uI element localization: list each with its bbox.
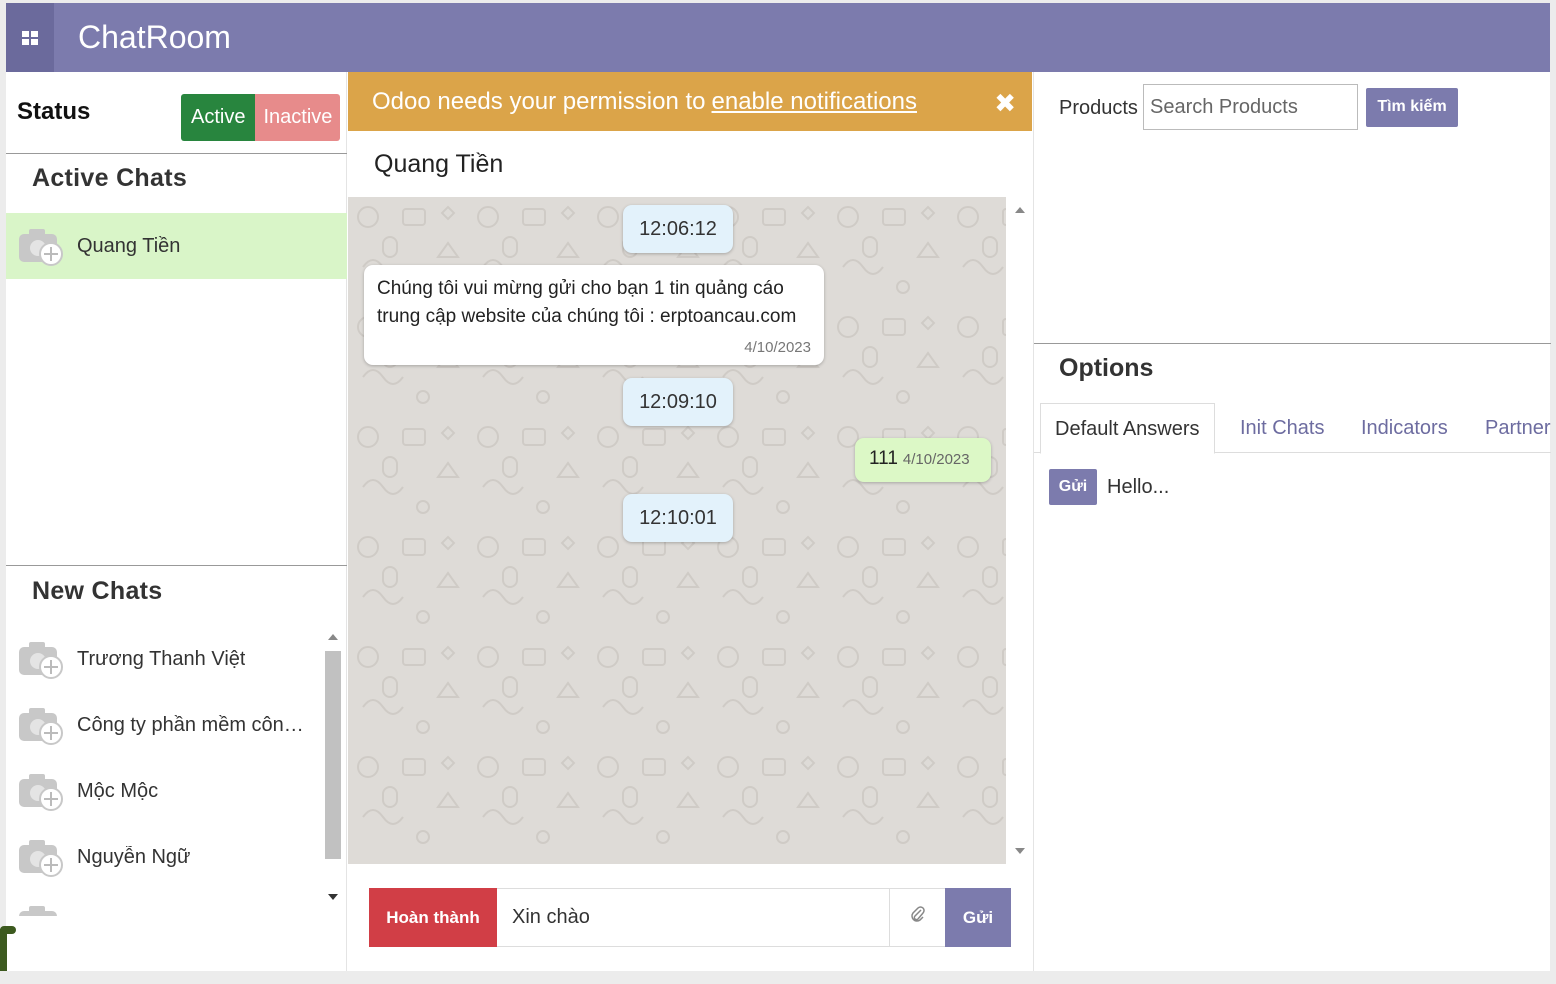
default-answer-text: Hello... — [1107, 475, 1170, 498]
notification-message: Odoo needs your permission to — [372, 88, 706, 115]
message-composer: Hoàn thành Gửi — [369, 888, 1011, 947]
notification-text: Odoo needs your permission to enable noti… — [372, 88, 917, 116]
new-chats-title: New Chats — [32, 577, 163, 605]
status-active-button[interactable]: Active — [181, 94, 256, 141]
active-chats-title: Active Chats — [32, 164, 188, 192]
notification-banner: Odoo needs your permission to enable noti… — [348, 72, 1032, 131]
status-inactive-button[interactable]: Inactive — [255, 94, 341, 141]
product-search-button[interactable]: Tìm kiếm — [1366, 88, 1458, 127]
camera-plus-icon — [17, 224, 65, 268]
divider — [6, 565, 347, 566]
scrollbar-thumb[interactable] — [325, 651, 341, 859]
tab-default-answers[interactable]: Default Answers — [1040, 403, 1215, 454]
scroll-down-arrow-icon[interactable] — [1015, 848, 1025, 854]
camera-plus-icon — [17, 769, 65, 813]
chat-list-panel: Status Active Inactive Active Chats Quan… — [6, 72, 347, 971]
app-title: ChatRoom — [78, 19, 231, 55]
message-date: 4/10/2023 — [744, 339, 811, 356]
chat-contact-name: Mộc Mộc — [77, 779, 159, 802]
top-bar: ChatRoom — [6, 3, 1550, 72]
enable-notifications-link[interactable]: enable notifications — [712, 88, 917, 115]
status-label: Status — [17, 98, 91, 125]
incoming-message: Chúng tôi vui mừng gửi cho bạn 1 tin quả… — [364, 265, 824, 365]
new-chat-item[interactable]: Trương Thanh Việt — [6, 626, 347, 692]
tab-init-chats[interactable]: Init Chats — [1226, 403, 1338, 453]
camera-plus-icon — [17, 637, 65, 681]
chat-contact-name: Trương Thanh Việt — [77, 647, 246, 670]
conversation-contact-name: Quang Tiền — [374, 150, 504, 178]
divider — [6, 153, 347, 154]
chat-contact-name: Quang Tiền — [77, 234, 181, 257]
paperclip-icon[interactable] — [889, 888, 945, 947]
close-icon[interactable]: ✖ — [994, 88, 1016, 119]
tab-partner[interactable]: Partner — [1471, 403, 1556, 453]
send-button[interactable]: Gửi — [945, 888, 1011, 947]
chat-contact-name: Công ty phần mềm công... — [77, 713, 309, 736]
outgoing-message: 111 4/10/2023 — [855, 438, 991, 482]
new-chat-item[interactable]: Công ty phần mềm công... — [6, 692, 347, 758]
new-chats-scrollbar[interactable] — [322, 626, 344, 912]
divider — [1034, 343, 1551, 344]
new-chat-item[interactable]: Nguyễn Ngữ — [6, 824, 347, 890]
message-scrollbar[interactable] — [1008, 197, 1032, 864]
time-separator: 12:09:10 — [623, 378, 733, 426]
options-tabs: Default Answers Init Chats Indicators Pa… — [1034, 403, 1551, 454]
message-text: 111 — [869, 448, 898, 469]
camera-plus-icon — [17, 901, 65, 916]
tab-indicators[interactable]: Indicators — [1347, 403, 1462, 453]
scroll-up-arrow-icon[interactable] — [328, 634, 338, 640]
apps-grid-icon — [22, 30, 38, 45]
chat-contact-name: Nguyễn Ngữ — [77, 845, 191, 868]
products-label: Products — [1059, 97, 1138, 119]
status-toggle: Active Inactive — [181, 94, 341, 141]
time-separator: 12:06:12 — [623, 205, 733, 253]
conversation-panel: Odoo needs your permission to enable noti… — [348, 72, 1032, 971]
product-search-input[interactable] — [1143, 84, 1358, 130]
active-chat-item[interactable]: Quang Tiền — [6, 213, 347, 279]
message-input[interactable] — [497, 888, 889, 947]
message-area[interactable]: 12:06:12 Chúng tôi vui mừng gửi cho bạn … — [348, 197, 1006, 864]
default-answer-row: Gửi Hello... — [1049, 469, 1169, 505]
send-answer-button[interactable]: Gửi — [1049, 469, 1097, 505]
options-panel: Products Tìm kiếm Options Default Answer… — [1033, 72, 1551, 971]
new-chat-item-partial[interactable] — [6, 890, 347, 916]
corner-mark — [0, 926, 16, 971]
new-chat-item[interactable]: Mộc Mộc — [6, 758, 347, 824]
time-separator: 12:10:01 — [623, 494, 733, 542]
camera-plus-icon — [17, 835, 65, 879]
camera-plus-icon — [17, 703, 65, 747]
scroll-up-arrow-icon[interactable] — [1015, 207, 1025, 213]
message-date: 4/10/2023 — [902, 451, 970, 468]
apps-menu-button[interactable] — [6, 3, 54, 72]
options-title: Options — [1059, 354, 1154, 382]
chatroom-app: ChatRoom Status Active Inactive Active C… — [6, 3, 1551, 971]
message-text: Chúng tôi vui mừng gửi cho bạn 1 tin quả… — [377, 278, 797, 327]
new-chats-list[interactable]: Trương Thanh Việt Công ty phần mềm công.… — [6, 626, 347, 916]
done-button[interactable]: Hoàn thành — [369, 888, 497, 947]
scroll-down-arrow-icon[interactable] — [328, 894, 338, 900]
